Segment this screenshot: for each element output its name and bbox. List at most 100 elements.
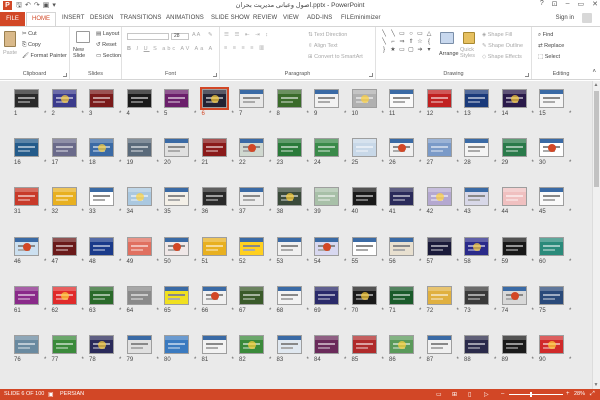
slide-thumbnail[interactable]: 67 * xyxy=(239,285,275,333)
slide-thumbnail[interactable]: 55 * xyxy=(351,236,388,284)
animation-star-icon[interactable]: * xyxy=(82,308,84,314)
shape-effects-button[interactable]: ◇ Shape Effects xyxy=(482,54,522,60)
alignment-buttons[interactable]: ≡ ≡ ≡ ≡ ▥ xyxy=(224,45,266,51)
animation-star-icon[interactable]: * xyxy=(419,111,421,117)
slide-preview[interactable] xyxy=(314,89,339,108)
animation-star-icon[interactable]: * xyxy=(232,160,234,166)
slide-thumbnail[interactable]: 69 * xyxy=(314,285,350,333)
slide-preview[interactable] xyxy=(89,335,114,354)
slide-thumbnail[interactable]: 13 * xyxy=(464,89,500,136)
slide-preview[interactable] xyxy=(389,187,414,207)
slide-thumbnail[interactable]: 60 * xyxy=(539,236,575,284)
slide-preview[interactable] xyxy=(464,335,489,354)
shape-fill-button[interactable]: ◈ Shape Fill xyxy=(482,32,512,38)
animation-star-icon[interactable]: * xyxy=(382,209,384,215)
slide-preview[interactable] xyxy=(51,89,77,108)
select-button[interactable]: ⬚ Select xyxy=(538,54,560,60)
slide-preview[interactable] xyxy=(276,187,302,207)
slide-thumbnail[interactable]: 47 * xyxy=(51,236,88,284)
animation-star-icon[interactable]: * xyxy=(419,357,421,363)
tab-animations[interactable]: ANIMATIONS xyxy=(166,15,204,21)
animation-star-icon[interactable]: * xyxy=(494,111,496,117)
animation-star-icon[interactable]: * xyxy=(157,209,159,215)
slide-thumbnail[interactable]: 14 * xyxy=(501,89,538,136)
zoom-in-icon[interactable]: + xyxy=(566,391,570,397)
slide-thumbnail[interactable]: 59 * xyxy=(501,236,538,284)
slide-thumbnail[interactable]: 56 * xyxy=(389,236,425,284)
slide-thumbnail[interactable]: 28 * xyxy=(464,138,500,185)
slide-thumbnail[interactable]: 77 * xyxy=(51,335,88,382)
slide-preview[interactable] xyxy=(126,138,152,158)
slide-thumbnail[interactable]: 40 * xyxy=(351,187,388,234)
slide-preview[interactable] xyxy=(501,187,527,207)
animation-star-icon[interactable]: * xyxy=(457,357,459,363)
tab-view[interactable]: VIEW xyxy=(283,15,299,21)
slide-preview[interactable] xyxy=(14,89,39,108)
slide-thumbnail[interactable]: 79 * xyxy=(126,335,163,382)
slide-preview[interactable] xyxy=(351,285,377,305)
scroll-up-icon[interactable]: ▲ xyxy=(592,81,600,89)
drawing-launcher-icon[interactable] xyxy=(525,73,529,77)
animation-star-icon[interactable]: * xyxy=(532,259,534,265)
slide-preview[interactable] xyxy=(276,335,302,354)
replace-button[interactable]: ⇄ Replace xyxy=(538,43,564,49)
animation-star-icon[interactable]: * xyxy=(382,160,384,166)
slide-thumbnail[interactable]: 65 * xyxy=(164,285,200,333)
slide-preview[interactable] xyxy=(426,285,452,305)
arrange-button[interactable]: Arrange xyxy=(439,51,459,57)
animation-star-icon[interactable]: * xyxy=(532,111,534,117)
animation-star-icon[interactable]: * xyxy=(82,209,84,215)
slide-thumbnail[interactable]: 75 * xyxy=(539,285,575,333)
animation-star-icon[interactable]: * xyxy=(532,209,534,215)
slide-preview[interactable] xyxy=(426,138,452,158)
slide-preview[interactable] xyxy=(164,236,189,256)
slide-thumbnail[interactable]: 58 * xyxy=(464,236,500,284)
grow-shrink-font-icon[interactable]: A A xyxy=(192,32,200,38)
slide-thumbnail[interactable]: 68 * xyxy=(276,285,313,333)
slide-thumbnail[interactable]: 51 * xyxy=(201,236,238,284)
slide-thumbnail[interactable]: 62 * xyxy=(51,285,88,333)
slide-preview[interactable] xyxy=(126,285,152,305)
slide-preview[interactable] xyxy=(14,236,39,256)
slide-preview[interactable] xyxy=(389,335,414,354)
animation-star-icon[interactable]: * xyxy=(494,357,496,363)
animation-star-icon[interactable]: * xyxy=(569,209,571,215)
font-launcher-icon[interactable] xyxy=(213,73,217,77)
animation-star-icon[interactable]: * xyxy=(119,308,121,314)
scroll-down-icon[interactable]: ▼ xyxy=(592,381,600,389)
slide-preview[interactable] xyxy=(539,236,564,256)
slide-preview[interactable] xyxy=(239,335,264,354)
slide-thumbnail[interactable]: 34 * xyxy=(126,187,163,234)
spelling-check-icon[interactable]: ▣ xyxy=(48,391,54,398)
animation-star-icon[interactable]: * xyxy=(44,209,46,215)
slide-thumbnail[interactable]: 49 * xyxy=(126,236,163,284)
slide-preview[interactable] xyxy=(501,138,527,158)
slide-thumbnail[interactable]: 23 * xyxy=(276,138,313,185)
animation-star-icon[interactable]: * xyxy=(457,308,459,314)
slide-thumbnail[interactable]: 53 * xyxy=(276,236,313,284)
list-indent-buttons[interactable]: ☰ ☰ ⇤ ⇥ ↕ xyxy=(224,32,270,38)
quick-styles-button[interactable]: Quick Styles xyxy=(460,47,478,59)
tab-slide-show[interactable]: SLIDE SHOW xyxy=(211,15,250,21)
animation-star-icon[interactable]: * xyxy=(157,111,159,117)
animation-star-icon[interactable]: * xyxy=(307,308,309,314)
animation-star-icon[interactable]: * xyxy=(269,111,271,117)
slide-thumbnail[interactable]: 87 * xyxy=(426,335,463,382)
slide-preview[interactable] xyxy=(276,285,302,305)
animation-star-icon[interactable]: * xyxy=(532,308,534,314)
slide-preview[interactable] xyxy=(464,138,489,158)
slide-thumbnail[interactable]: 15 * xyxy=(539,89,575,136)
slide-thumbnail[interactable]: 66 * xyxy=(201,285,238,333)
animation-star-icon[interactable]: * xyxy=(269,308,271,314)
language-indicator[interactable]: PERSIAN xyxy=(60,391,84,397)
animation-star-icon[interactable]: * xyxy=(494,308,496,314)
slide-thumbnail[interactable]: 71 * xyxy=(389,285,425,333)
zoom-slider[interactable] xyxy=(509,394,563,395)
align-text-button[interactable]: ⇳ Align Text xyxy=(308,43,338,49)
animation-star-icon[interactable]: * xyxy=(269,209,271,215)
slide-preview[interactable] xyxy=(164,335,189,354)
slide-preview[interactable] xyxy=(501,335,527,354)
slide-thumbnail[interactable]: 12 * xyxy=(426,89,463,136)
slide-thumbnail[interactable]: 32 * xyxy=(51,187,88,234)
slide-preview[interactable] xyxy=(126,187,152,207)
